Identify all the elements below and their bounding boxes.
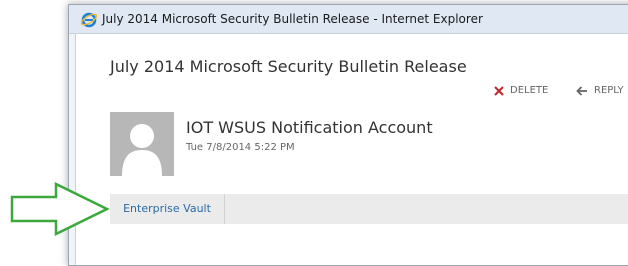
tab-enterprise-vault[interactable]: Enterprise Vault — [110, 194, 225, 224]
delete-button[interactable]: DELETE — [494, 85, 548, 96]
delete-label: DELETE — [510, 85, 549, 96]
browser-window: July 2014 Microsoft Security Bulletin Re… — [68, 4, 628, 266]
sender-avatar — [110, 112, 174, 176]
message-subject: July 2014 Microsoft Security Bulletin Re… — [110, 57, 467, 76]
window-title: July 2014 Microsoft Security Bulletin Re… — [102, 12, 483, 26]
sender-name: IOT WSUS Notification Account — [186, 118, 433, 137]
reply-label: REPLY — [594, 85, 624, 96]
reply-arrow-icon — [576, 86, 587, 96]
message-pane: July 2014 Microsoft Security Bulletin Re… — [75, 34, 628, 265]
person-silhouette-icon — [122, 124, 162, 176]
internet-explorer-icon — [80, 12, 98, 28]
message-date: Tue 7/8/2014 5:22 PM — [186, 142, 295, 153]
x-icon — [494, 86, 504, 96]
annotation-arrow-icon — [10, 182, 110, 236]
reply-button[interactable]: REPLY — [576, 85, 624, 96]
addin-bar: Enterprise Vault — [110, 194, 628, 224]
title-bar[interactable]: July 2014 Microsoft Security Bulletin Re… — [69, 5, 628, 34]
